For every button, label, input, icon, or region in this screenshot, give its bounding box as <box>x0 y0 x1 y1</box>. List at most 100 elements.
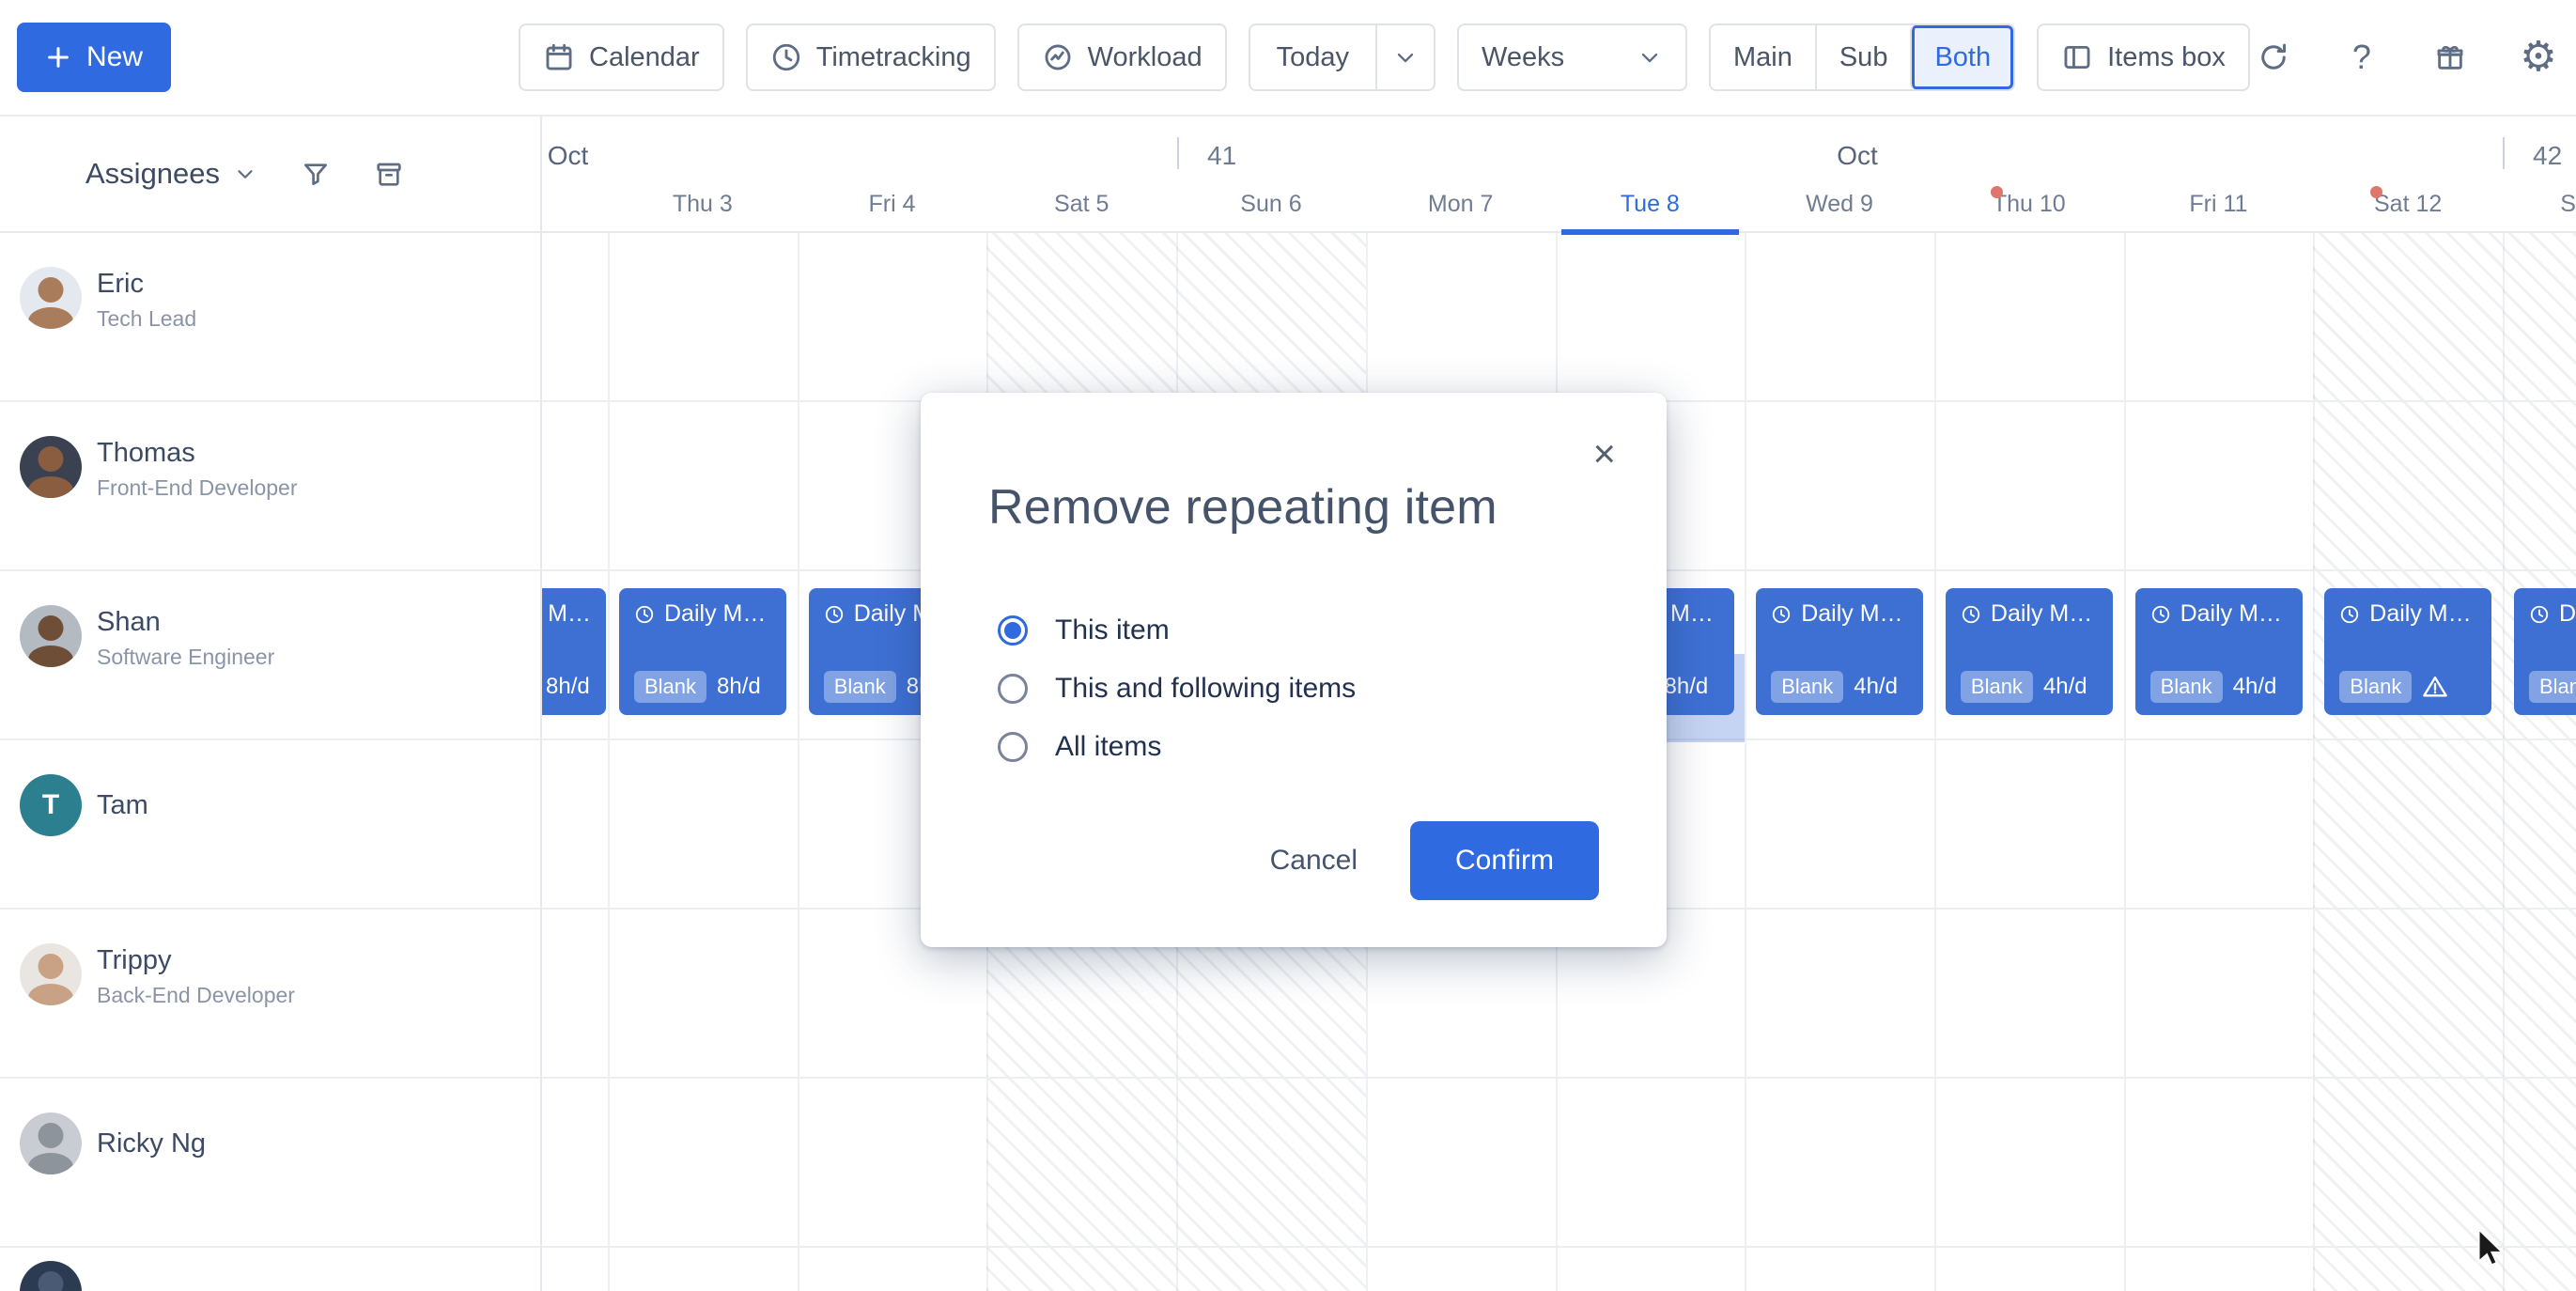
radio-button[interactable] <box>998 674 1028 704</box>
new-button[interactable]: New <box>17 23 171 92</box>
day-header-wed-9[interactable]: Wed 9 <box>1745 175 1934 233</box>
task-bar[interactable]: Daily M… Blank4h/d <box>1946 588 2113 715</box>
calendar-button[interactable]: Calendar <box>519 23 724 91</box>
today-button-label: Today <box>1277 42 1349 73</box>
task-bar-meta: Blank <box>2339 671 2476 703</box>
filter-button[interactable] <box>301 159 331 189</box>
row-line <box>542 233 2576 402</box>
week-number: 42 <box>2533 141 2562 171</box>
gift-button[interactable] <box>2427 34 2474 81</box>
task-title-text: Daily M… <box>1991 600 2092 628</box>
assignee-role: Tech Lead <box>97 306 196 332</box>
workload-button[interactable]: Workload <box>1017 23 1227 91</box>
assignees-dropdown[interactable]: Assignees <box>85 157 257 191</box>
day-header-sat-12[interactable]: Sat 12 <box>2313 175 2503 233</box>
segment-main[interactable]: Main <box>1711 25 1815 89</box>
range-select[interactable]: Weeks <box>1457 23 1687 91</box>
sidebar-header: Assignees <box>0 117 540 233</box>
confirm-button[interactable]: Confirm <box>1410 821 1599 900</box>
day-header-thu-3[interactable]: Thu 3 <box>608 175 798 233</box>
radio-button[interactable] <box>998 732 1028 762</box>
filter-icon <box>301 159 331 189</box>
archive-button[interactable] <box>374 159 404 189</box>
task-bar[interactable]: Daily M… Blank8h/d <box>619 588 786 715</box>
day-header-sat-5[interactable]: Sat 5 <box>986 175 1176 233</box>
avatar <box>20 943 82 1005</box>
day-header-mon-7[interactable]: Mon 7 <box>1366 175 1556 233</box>
segment-both[interactable]: Both <box>1910 25 2013 89</box>
holiday-marker <box>2370 186 2382 198</box>
avatar <box>20 436 82 498</box>
segment-sub[interactable]: Sub <box>1815 25 1911 89</box>
task-bar[interactable]: Daily M…Blank <box>2514 588 2576 715</box>
task-bar-meta: Blank4h/d <box>1961 671 2098 703</box>
task-hours: 8h/d <box>717 674 761 700</box>
blank-chip: Blank <box>1771 671 1843 703</box>
today-dropdown-button[interactable] <box>1375 25 1434 89</box>
help-button[interactable]: ? <box>2338 34 2385 81</box>
cancel-button[interactable]: Cancel <box>1270 845 1358 877</box>
day-header-tue-8[interactable]: Tue 8 <box>1556 175 1746 233</box>
dialog-option[interactable]: This item <box>998 601 1599 660</box>
refresh-icon <box>2257 40 2290 74</box>
assignee-row[interactable]: Shan Software Engineer <box>0 571 540 740</box>
sidebar-title: Assignees <box>85 157 220 191</box>
task-bar[interactable]: Daily M…Blank <box>2324 588 2491 715</box>
mouse-cursor <box>2473 1227 2510 1268</box>
help-icon: ? <box>2352 38 2371 77</box>
dialog-option[interactable]: All items <box>998 718 1599 776</box>
chevron-down-icon <box>1392 44 1419 70</box>
assignee-row[interactable] <box>0 1248 540 1291</box>
close-button[interactable]: × <box>1592 434 1616 474</box>
workload-button-label: Workload <box>1088 42 1203 73</box>
clock-icon <box>2529 604 2550 625</box>
task-bar-meta: Blank8h/d <box>542 671 591 703</box>
timetracking-button[interactable]: Timetracking <box>746 23 996 91</box>
today-control: Today <box>1249 23 1435 91</box>
items-box-button[interactable]: Items box <box>2037 23 2250 91</box>
assignee-row[interactable]: ThomasFront-End Developer <box>0 402 540 571</box>
week-tick <box>2503 137 2505 169</box>
assignee-role: Software Engineer <box>97 645 274 670</box>
day-header-fri-4[interactable]: Fri 4 <box>798 175 987 233</box>
day-header-thu-10[interactable]: Thu 10 <box>1934 175 2124 233</box>
radio-button[interactable] <box>998 615 1028 646</box>
refresh-button[interactable] <box>2250 34 2297 81</box>
clock-icon <box>1961 604 1981 625</box>
dialog-option[interactable]: This and following items <box>998 660 1599 718</box>
task-bar-meta: Blank <box>2529 671 2576 703</box>
dialog-actions: Cancel Confirm <box>988 821 1599 900</box>
day-label: Sun 6 <box>1240 191 1301 218</box>
task-bar-meta: Blank8h/d <box>634 671 771 703</box>
toolbar-button-group: Calendar Timetracking Workload Today Wee… <box>519 23 2250 91</box>
task-bar-title: Daily M… <box>634 600 771 628</box>
today-button[interactable]: Today <box>1250 25 1375 89</box>
settings-button[interactable]: ⚙ <box>2515 34 2562 81</box>
day-header-fri-11[interactable]: Fri 11 <box>2124 175 2314 233</box>
option-label: This item <box>1055 614 1170 646</box>
day-label: Fri 11 <box>2189 191 2247 218</box>
toolbar-icon-group: ? ⚙ <box>2250 34 2562 81</box>
workload-icon <box>1042 41 1074 73</box>
timetracking-button-label: Timetracking <box>816 42 971 73</box>
archive-icon <box>374 159 404 189</box>
items-box-button-label: Items box <box>2107 42 2226 73</box>
option-label: All items <box>1055 731 1161 763</box>
assignee-row[interactable]: TrippyBack-End Developer <box>0 910 540 1079</box>
task-bar-title: Daily M… <box>542 600 591 628</box>
assignee-row[interactable]: TTam <box>0 740 540 910</box>
blank-chip: Blank <box>2339 671 2412 703</box>
plus-icon <box>45 44 71 70</box>
assignee-name: Tam <box>97 788 148 822</box>
assignee-row[interactable]: Ricky Ng <box>0 1079 540 1248</box>
task-title-text: Daily M… <box>664 600 766 628</box>
day-header-sun-13[interactable]: Sun 13 <box>2503 175 2576 233</box>
gear-icon: ⚙ <box>2520 37 2556 78</box>
day-header-sun-6[interactable]: Sun 6 <box>1176 175 1366 233</box>
month-label-right: Oct <box>1837 141 1878 171</box>
task-bar[interactable]: Daily M…Blank4h/d <box>1756 588 1923 715</box>
assignee-row[interactable]: EricTech Lead <box>0 233 540 402</box>
assignee-name: Shan <box>97 605 274 639</box>
task-bar[interactable]: Daily M…Blank4h/d <box>2135 588 2303 715</box>
task-bar[interactable]: Daily M… Blank8h/d <box>542 588 606 715</box>
